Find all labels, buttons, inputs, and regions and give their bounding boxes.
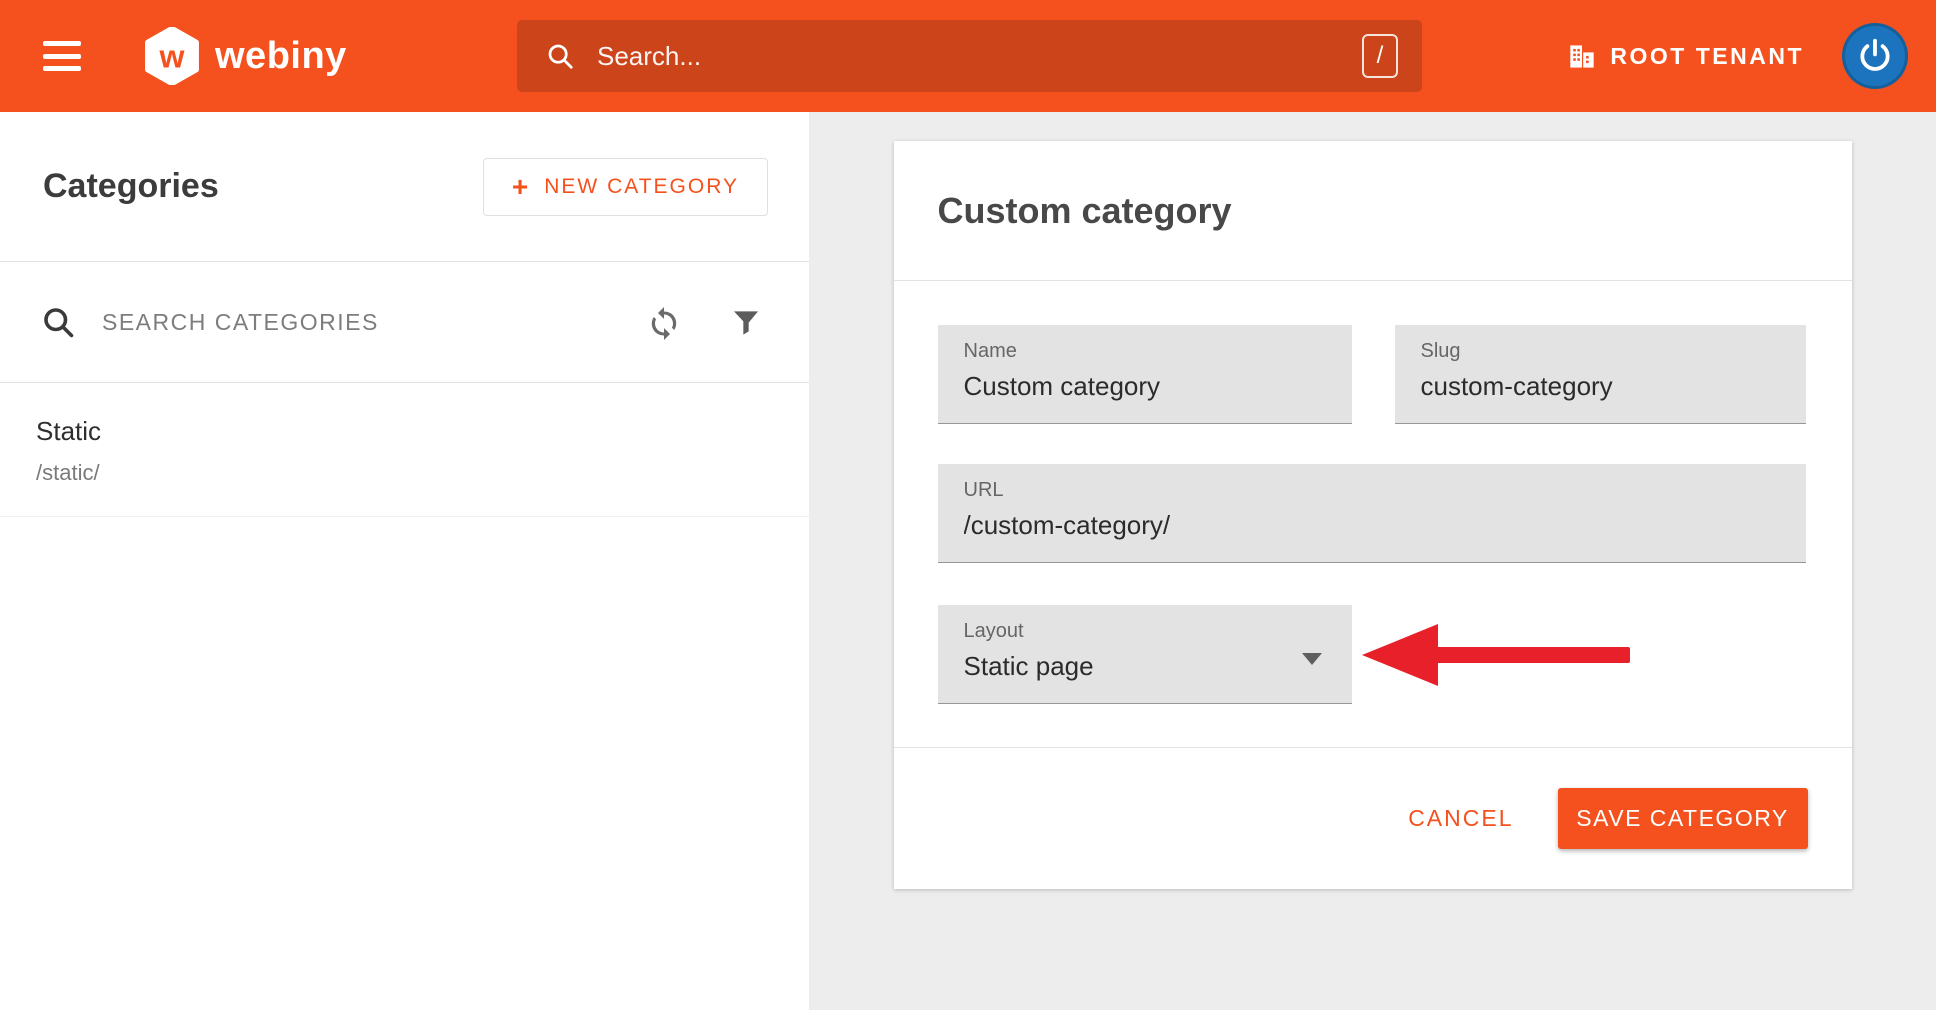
card-title: Custom category: [938, 190, 1232, 232]
cancel-button[interactable]: CANCEL: [1408, 805, 1513, 832]
new-category-label: NEW CATEGORY: [544, 175, 739, 199]
category-url: /static/: [36, 460, 769, 486]
page-title: Categories: [43, 167, 219, 206]
name-field: Name: [938, 325, 1352, 424]
layout-label: Layout: [964, 620, 1332, 643]
topbar: w webiny / ROOT TENANT: [0, 0, 1936, 112]
user-avatar[interactable]: [1842, 23, 1908, 89]
plus-icon: +: [512, 177, 530, 197]
list-tools: [646, 304, 762, 340]
layout-selected-value: Static page: [964, 651, 1332, 682]
categories-header: Categories + NEW CATEGORY: [0, 112, 809, 262]
name-input[interactable]: [964, 371, 1332, 402]
topbar-right: ROOT TENANT: [1568, 23, 1936, 89]
layout-row: Layout Static page: [938, 605, 1806, 704]
category-form-card: Custom category Name Slug URL: [894, 141, 1852, 889]
slug-input[interactable]: [1421, 371, 1786, 402]
tenant-label: ROOT TENANT: [1610, 43, 1804, 70]
brand-wordmark: webiny: [215, 35, 347, 78]
refresh-button[interactable]: [646, 304, 682, 340]
url-label: URL: [964, 479, 1786, 502]
annotation-arrow-icon: [1358, 619, 1634, 691]
card-header: Custom category: [894, 141, 1852, 281]
power-icon: [1856, 37, 1894, 75]
filter-icon: [730, 306, 762, 338]
url-field: URL: [938, 464, 1806, 563]
global-search-input[interactable]: [597, 41, 1362, 72]
webiny-logo[interactable]: w webiny: [143, 27, 347, 85]
menu-icon[interactable]: [43, 41, 81, 71]
slug-label: Slug: [1421, 340, 1786, 363]
categories-search-input[interactable]: [102, 309, 646, 336]
layout-select[interactable]: Layout Static page: [938, 605, 1352, 704]
main-area: Categories + NEW CATEGORY: [0, 112, 1936, 1010]
building-icon: [1568, 43, 1596, 70]
webiny-logo-icon: w: [143, 27, 201, 85]
card-body: Name Slug URL Layout Static page: [894, 281, 1852, 704]
category-name: Static: [36, 416, 769, 447]
categories-panel: Categories + NEW CATEGORY: [0, 112, 809, 1010]
url-input[interactable]: [964, 510, 1786, 541]
new-category-button[interactable]: + NEW CATEGORY: [483, 158, 768, 216]
logo-letter: w: [159, 38, 186, 74]
save-category-button[interactable]: SAVE CATEGORY: [1558, 788, 1808, 849]
search-icon: [545, 41, 575, 71]
shortcut-key-badge: /: [1362, 34, 1398, 78]
name-slug-row: Name Slug: [938, 325, 1806, 424]
name-label: Name: [964, 340, 1332, 363]
categories-search-row: [0, 262, 809, 383]
category-list-item[interactable]: Static /static/: [0, 383, 809, 517]
global-search[interactable]: /: [517, 20, 1422, 92]
details-area: Custom category Name Slug URL: [809, 112, 1936, 1010]
search-icon: [40, 304, 76, 340]
slug-field: Slug: [1395, 325, 1806, 424]
chevron-down-icon[interactable]: [1302, 653, 1322, 665]
refresh-icon: [646, 304, 682, 340]
shortcut-key: /: [1377, 42, 1384, 70]
filter-button[interactable]: [730, 306, 762, 338]
card-footer: CANCEL SAVE CATEGORY: [894, 748, 1852, 889]
tenant-selector[interactable]: ROOT TENANT: [1568, 43, 1804, 70]
